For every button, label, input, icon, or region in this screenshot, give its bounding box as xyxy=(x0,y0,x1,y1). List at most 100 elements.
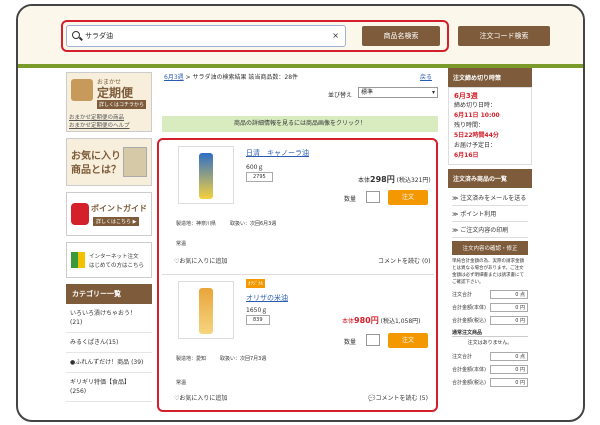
category-item[interactable]: みるくぱきん(15) xyxy=(66,333,152,353)
product-name[interactable]: オリザの米油 xyxy=(246,293,288,303)
category-label: いろいろ漬けちゃおう！(21) xyxy=(70,310,137,326)
summary-row: 注文合計 0 点 xyxy=(452,352,528,361)
confirm-order-label: 注文内容の確認・修正 xyxy=(462,246,518,252)
qty-label: 数量 xyxy=(344,196,357,203)
confirm-order-button[interactable]: 注文内容の確認・修正 xyxy=(452,241,528,255)
bottle-icon xyxy=(199,288,213,334)
remain-value: 5日22時間44分 xyxy=(454,132,499,139)
summary-label: 注文合計 xyxy=(452,292,473,298)
net-line1: インターネット注文 xyxy=(89,254,139,260)
chevron-right-icon: ≫ xyxy=(452,211,461,218)
add-favorite-label: お気に入りに追加 xyxy=(179,258,228,265)
add-favorite-link[interactable]: ♡お気に入りに追加 xyxy=(174,393,227,402)
category-label: ●ふれんずだけ！商品 (39) xyxy=(70,359,144,366)
category-item[interactable]: いろいろ漬けちゃおう！(21) xyxy=(66,304,152,333)
chevron-right-icon: ≫ xyxy=(452,227,461,234)
product-price: 980円 xyxy=(354,316,379,325)
search-input[interactable]: サラダ油 × xyxy=(66,25,346,47)
comment-label: コメントを読む xyxy=(378,258,421,265)
product-image[interactable] xyxy=(178,281,234,339)
category-label: みるくぱきん(15) xyxy=(70,339,119,346)
deadline-heading: 注文締め切り時策 xyxy=(448,68,532,87)
product-price: 298円 xyxy=(370,175,395,184)
chevron-down-icon: ▾ xyxy=(431,89,435,96)
net-order-banner[interactable]: インターネット注文 はじめての方はこちら xyxy=(66,242,152,278)
search-value: サラダ油 xyxy=(85,32,113,40)
close-value: 6月11日 10:00 xyxy=(454,112,500,119)
read-comments-link[interactable]: コメントを読む (0) xyxy=(378,256,430,265)
product-tax-price: (税込1,058円) xyxy=(380,318,421,325)
ordered-heading: 注文済み商品の一覧 xyxy=(448,169,532,188)
maker-origin: 製造地：神奈川県 xyxy=(176,221,217,227)
summary-value: 0 円 xyxy=(490,316,528,325)
breadcrumb-week[interactable]: 6月3週 xyxy=(164,74,184,81)
summary-label: 合計金額(税込) xyxy=(452,318,486,324)
read-comments-link[interactable]: 💬コメントを読む (5) xyxy=(368,393,428,402)
bottle-icon xyxy=(199,153,213,199)
favorite-banner[interactable]: お気に入り 商品とは？ xyxy=(66,138,152,186)
summary-label: 合計金額(税込) xyxy=(452,380,486,386)
comment-label: コメントを読む xyxy=(375,395,418,402)
fav-illustration-icon xyxy=(123,147,147,177)
add-favorite-link[interactable]: ♡お気に入りに追加 xyxy=(174,256,227,265)
close-label: 締め切り日時： xyxy=(454,102,497,109)
box-icon xyxy=(71,79,93,101)
deadline-box: 6月3週 締め切り日時： 6月11日 10:00 残り時間： 5日22時間44分… xyxy=(448,87,532,165)
summary-label: 注文合計 xyxy=(452,354,473,360)
storage-tag: 常温 xyxy=(176,241,187,247)
estimate-note: 単純合計金額の為、実際の請求金額とは異なる場合があります。ご注文金額は必ず明細書… xyxy=(452,259,524,285)
summary-label: 合計金額(本体) xyxy=(452,367,486,373)
point-guide-banner[interactable]: ポイントガイド 詳しくはこちら ▶ xyxy=(66,192,152,236)
summary-row: 合計金額(本体) 0 円 xyxy=(452,303,528,312)
qty-input[interactable] xyxy=(366,191,380,203)
original-badge: ｵﾘｼﾞﾅﾙ xyxy=(246,279,266,288)
search-icon xyxy=(72,31,80,39)
fav-line2: 商品とは？ xyxy=(71,165,121,176)
qty-label: 数量 xyxy=(344,339,357,346)
teiki-banner[interactable]: おまかせ 定期便 詳しくはコチラから おまかせ定期便の商品 おまかせ定期便のヘル… xyxy=(66,72,152,132)
order-button[interactable]: 注文 xyxy=(388,190,428,205)
delivery-label: お届け予定日： xyxy=(454,142,497,149)
product-card: ｵﾘｼﾞﾅﾙ オリザの米油 1650ｇ 839 本体980円 (税込1,058円… xyxy=(162,274,434,406)
qty-input[interactable] xyxy=(366,334,380,346)
product-code: 2795 xyxy=(246,172,273,182)
order-button[interactable]: 注文 xyxy=(388,333,428,348)
left-sidebar: おまかせ 定期便 詳しくはコチラから おまかせ定期便の商品 おまかせ定期便のヘル… xyxy=(66,72,152,402)
back-link[interactable]: 戻る xyxy=(420,72,432,81)
teiki-link-help[interactable]: おまかせ定期便のヘルプ xyxy=(69,121,130,129)
net-line2: はじめての方はこちら xyxy=(89,263,145,269)
comment-count: (5) xyxy=(419,395,428,402)
print-link[interactable]: ≫ ご注文内容の印刷 xyxy=(452,222,528,238)
summary-row: 合計金額(税込) 0 円 xyxy=(452,316,528,325)
product-size: 600ｇ xyxy=(246,164,264,171)
handling-week: 取扱い：次回7月3週 xyxy=(220,356,267,362)
point-use-link[interactable]: ≫ ポイント利用 xyxy=(452,206,528,222)
summary-row: 合計金額(本体) 0 円 xyxy=(452,365,528,374)
summary-row: 注文合計 0 点 xyxy=(452,290,528,299)
send-mail-link[interactable]: ≫ 注文済みをメールを送る xyxy=(452,190,528,206)
remain-label: 残り時間： xyxy=(454,122,485,129)
beginner-icon xyxy=(71,252,85,268)
summary-value: 0 円 xyxy=(490,378,528,387)
clear-icon[interactable]: × xyxy=(332,26,339,46)
category-item[interactable]: ギリギリ特価【食品】 (256) xyxy=(66,373,152,402)
order-code-search-button[interactable]: 注文コード検索 xyxy=(458,26,550,46)
category-item[interactable]: ●ふれんずだけ！商品 (39) xyxy=(66,353,152,373)
product-tax-price: (税込321円) xyxy=(396,177,431,184)
breadcrumb-rest: > サラダ油の検索結果 該当商品数：28件 xyxy=(183,74,299,81)
deadline-week: 6月3週 xyxy=(454,92,478,100)
teiki-link-products[interactable]: おまかせ定期便の商品 xyxy=(69,113,124,121)
point-use-label: ポイント利用 xyxy=(460,211,497,218)
handling-week: 取扱い：次回6月3週 xyxy=(230,221,277,227)
comment-count: (0) xyxy=(421,258,431,265)
summary-value: 0 点 xyxy=(490,290,528,299)
product-name-search-button[interactable]: 商品名検索 xyxy=(362,26,440,46)
sort-select[interactable]: 標準 ▾ xyxy=(358,87,438,98)
product-image[interactable] xyxy=(178,146,234,204)
category-label: ギリギリ特価【食品】 (256) xyxy=(70,379,131,395)
teiki-tag: 詳しくはコチラから xyxy=(97,100,147,109)
add-favorite-label: お気に入りに追加 xyxy=(179,395,228,402)
product-name[interactable]: 日清 キャノーラ油 xyxy=(246,148,309,158)
send-mail-label: 注文済みをメールを送る xyxy=(460,195,527,202)
sort-value: 標準 xyxy=(361,89,374,96)
